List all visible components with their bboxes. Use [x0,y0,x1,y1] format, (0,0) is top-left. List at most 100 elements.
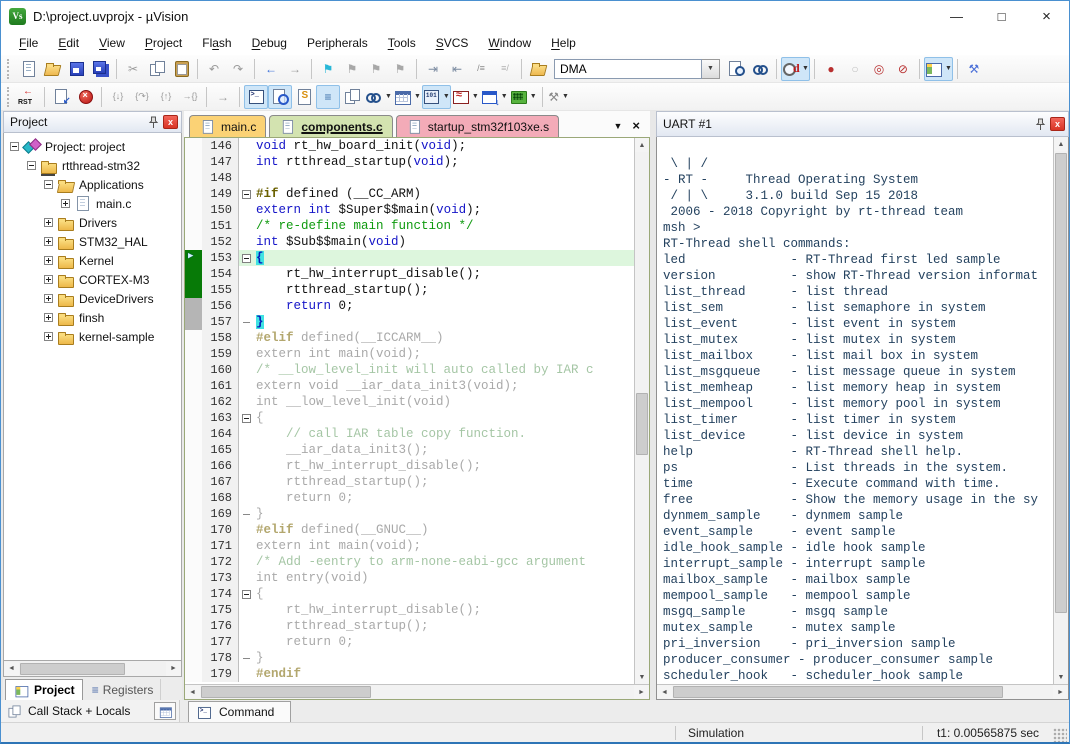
serial-window-button[interactable]: ▼ [422,85,451,109]
line-number[interactable]: 166 [202,458,239,474]
scroll-thumb[interactable] [1055,153,1067,613]
memory-window-button[interactable] [154,702,176,720]
expand-icon[interactable] [44,313,53,322]
line-number[interactable]: 157 [202,314,239,330]
command-tab[interactable]: Command [188,701,291,722]
bookmark-toggle-button[interactable]: ⚑ [316,57,340,81]
indent-button[interactable]: ⇥ [421,57,445,81]
tree-item-stm32-hal[interactable]: STM32_HAL [4,232,181,251]
scroll-up-icon[interactable]: ▲ [1054,137,1068,151]
call-stack-window-button[interactable] [340,85,364,109]
fold-column[interactable] [239,346,253,362]
expand-icon[interactable] [44,218,53,227]
expand-icon[interactable] [44,332,53,341]
fold-column[interactable] [239,314,253,330]
open-file-button[interactable] [40,57,64,81]
expand-icon[interactable] [44,294,53,303]
find-in-files-button[interactable] [724,57,748,81]
panel-tab-project[interactable]: Project [5,679,83,700]
fold-column[interactable] [239,154,253,170]
line-number[interactable]: 156 [202,298,239,314]
fold-column[interactable] [239,138,253,154]
project-hscrollbar[interactable]: ◄ ► [3,661,182,677]
line-number[interactable]: 164 [202,426,239,442]
open-search-folder-button[interactable] [526,57,550,81]
line-number[interactable]: 168 [202,490,239,506]
line-number[interactable]: 171 [202,538,239,554]
fold-column[interactable] [239,522,253,538]
dropdown-caret-icon[interactable]: ▼ [945,65,952,72]
scroll-right-icon[interactable]: ► [166,662,181,676]
fold-column[interactable] [239,218,253,234]
fold-column[interactable] [239,586,253,602]
tab-list-icon[interactable]: ▼ [613,121,622,131]
fold-collapse-icon[interactable] [242,590,251,599]
fold-column[interactable] [239,618,253,634]
scroll-down-icon[interactable]: ▼ [1054,670,1068,684]
step-over-button[interactable]: {↷} [130,85,154,109]
comment-button[interactable]: /≡ [469,57,493,81]
menu-peripherals[interactable]: Peripherals [297,33,378,53]
tree-item-applications[interactable]: Applications [4,175,181,194]
dropdown-caret-icon[interactable]: ▼ [501,93,508,100]
show-next-statement-button[interactable]: → [211,85,235,109]
debug-tools-button[interactable]: ⚒▼ [547,85,571,109]
fold-column[interactable] [239,538,253,554]
scroll-up-icon[interactable]: ▲ [635,138,649,152]
scroll-thumb[interactable] [673,686,1003,698]
fold-column[interactable] [239,570,253,586]
tree-item-project-project[interactable]: Project: project [4,137,181,156]
scroll-thumb[interactable] [20,663,125,675]
line-number[interactable]: 175 [202,602,239,618]
search-combobox[interactable] [554,59,702,79]
line-number[interactable]: 154 [202,266,239,282]
line-number[interactable]: 178 [202,650,239,666]
line-number[interactable]: 161 [202,378,239,394]
cut-button[interactable]: ✂ [121,57,145,81]
system-viewer-button[interactable]: ▼ [480,85,509,109]
toolbar-grip[interactable] [7,87,13,107]
menu-help[interactable]: Help [541,33,586,53]
watch-window-button[interactable]: ▼ [364,85,393,109]
navigate-forward-button[interactable]: → [283,57,307,81]
fold-column[interactable] [239,186,253,202]
fold-column[interactable] [239,394,253,410]
menu-window[interactable]: Window [478,33,541,53]
uart-panel-close-icon[interactable]: x [1050,117,1065,131]
toolbox-button[interactable]: ▼ [509,85,538,109]
menu-project[interactable]: Project [135,33,192,53]
dropdown-caret-icon[interactable]: ▼ [472,93,479,100]
fold-collapse-icon[interactable] [242,190,251,199]
bookmark-next-button[interactable]: ⚑ [364,57,388,81]
step-out-button[interactable]: {↑} [154,85,178,109]
tree-item-cortex-m3[interactable]: CORTEX-M3 [4,270,181,289]
expand-icon[interactable] [44,237,53,246]
menu-file[interactable]: File [9,33,48,53]
tree-item-kernel-sample[interactable]: kernel-sample [4,327,181,346]
tree-item-kernel[interactable]: Kernel [4,251,181,270]
scroll-thumb[interactable] [636,393,648,455]
line-number[interactable]: 174 [202,586,239,602]
fold-column[interactable] [239,266,253,282]
symbol-window-button[interactable] [292,85,316,109]
fold-column[interactable] [239,330,253,346]
navigate-back-button[interactable]: ← [259,57,283,81]
maximize-button[interactable]: □ [979,1,1024,31]
run-to-line-button[interactable]: →{} [178,85,202,109]
project-tree[interactable]: Project: projectrtthread-stm32Applicatio… [3,133,182,661]
fold-column[interactable] [239,410,253,426]
registers-window-button[interactable]: ≡ [316,85,340,109]
tab-components-c[interactable]: components.c [269,115,392,137]
line-number[interactable]: 167 [202,474,239,490]
line-number[interactable]: 169 [202,506,239,522]
line-number[interactable]: 155 [202,282,239,298]
expand-icon[interactable] [44,256,53,265]
dropdown-caret-icon[interactable]: ▼ [562,93,569,100]
dropdown-caret-icon[interactable]: ▼ [530,93,537,100]
search-dropdown-icon[interactable]: ▼ [702,59,720,79]
reset-button[interactable] [16,85,40,109]
call-stack-tab[interactable]: Call Stack + Locals [1,700,180,722]
copy-button[interactable] [145,57,169,81]
tree-item-rtthread-stm32[interactable]: rtthread-stm32 [4,156,181,175]
line-number[interactable]: 147 [202,154,239,170]
